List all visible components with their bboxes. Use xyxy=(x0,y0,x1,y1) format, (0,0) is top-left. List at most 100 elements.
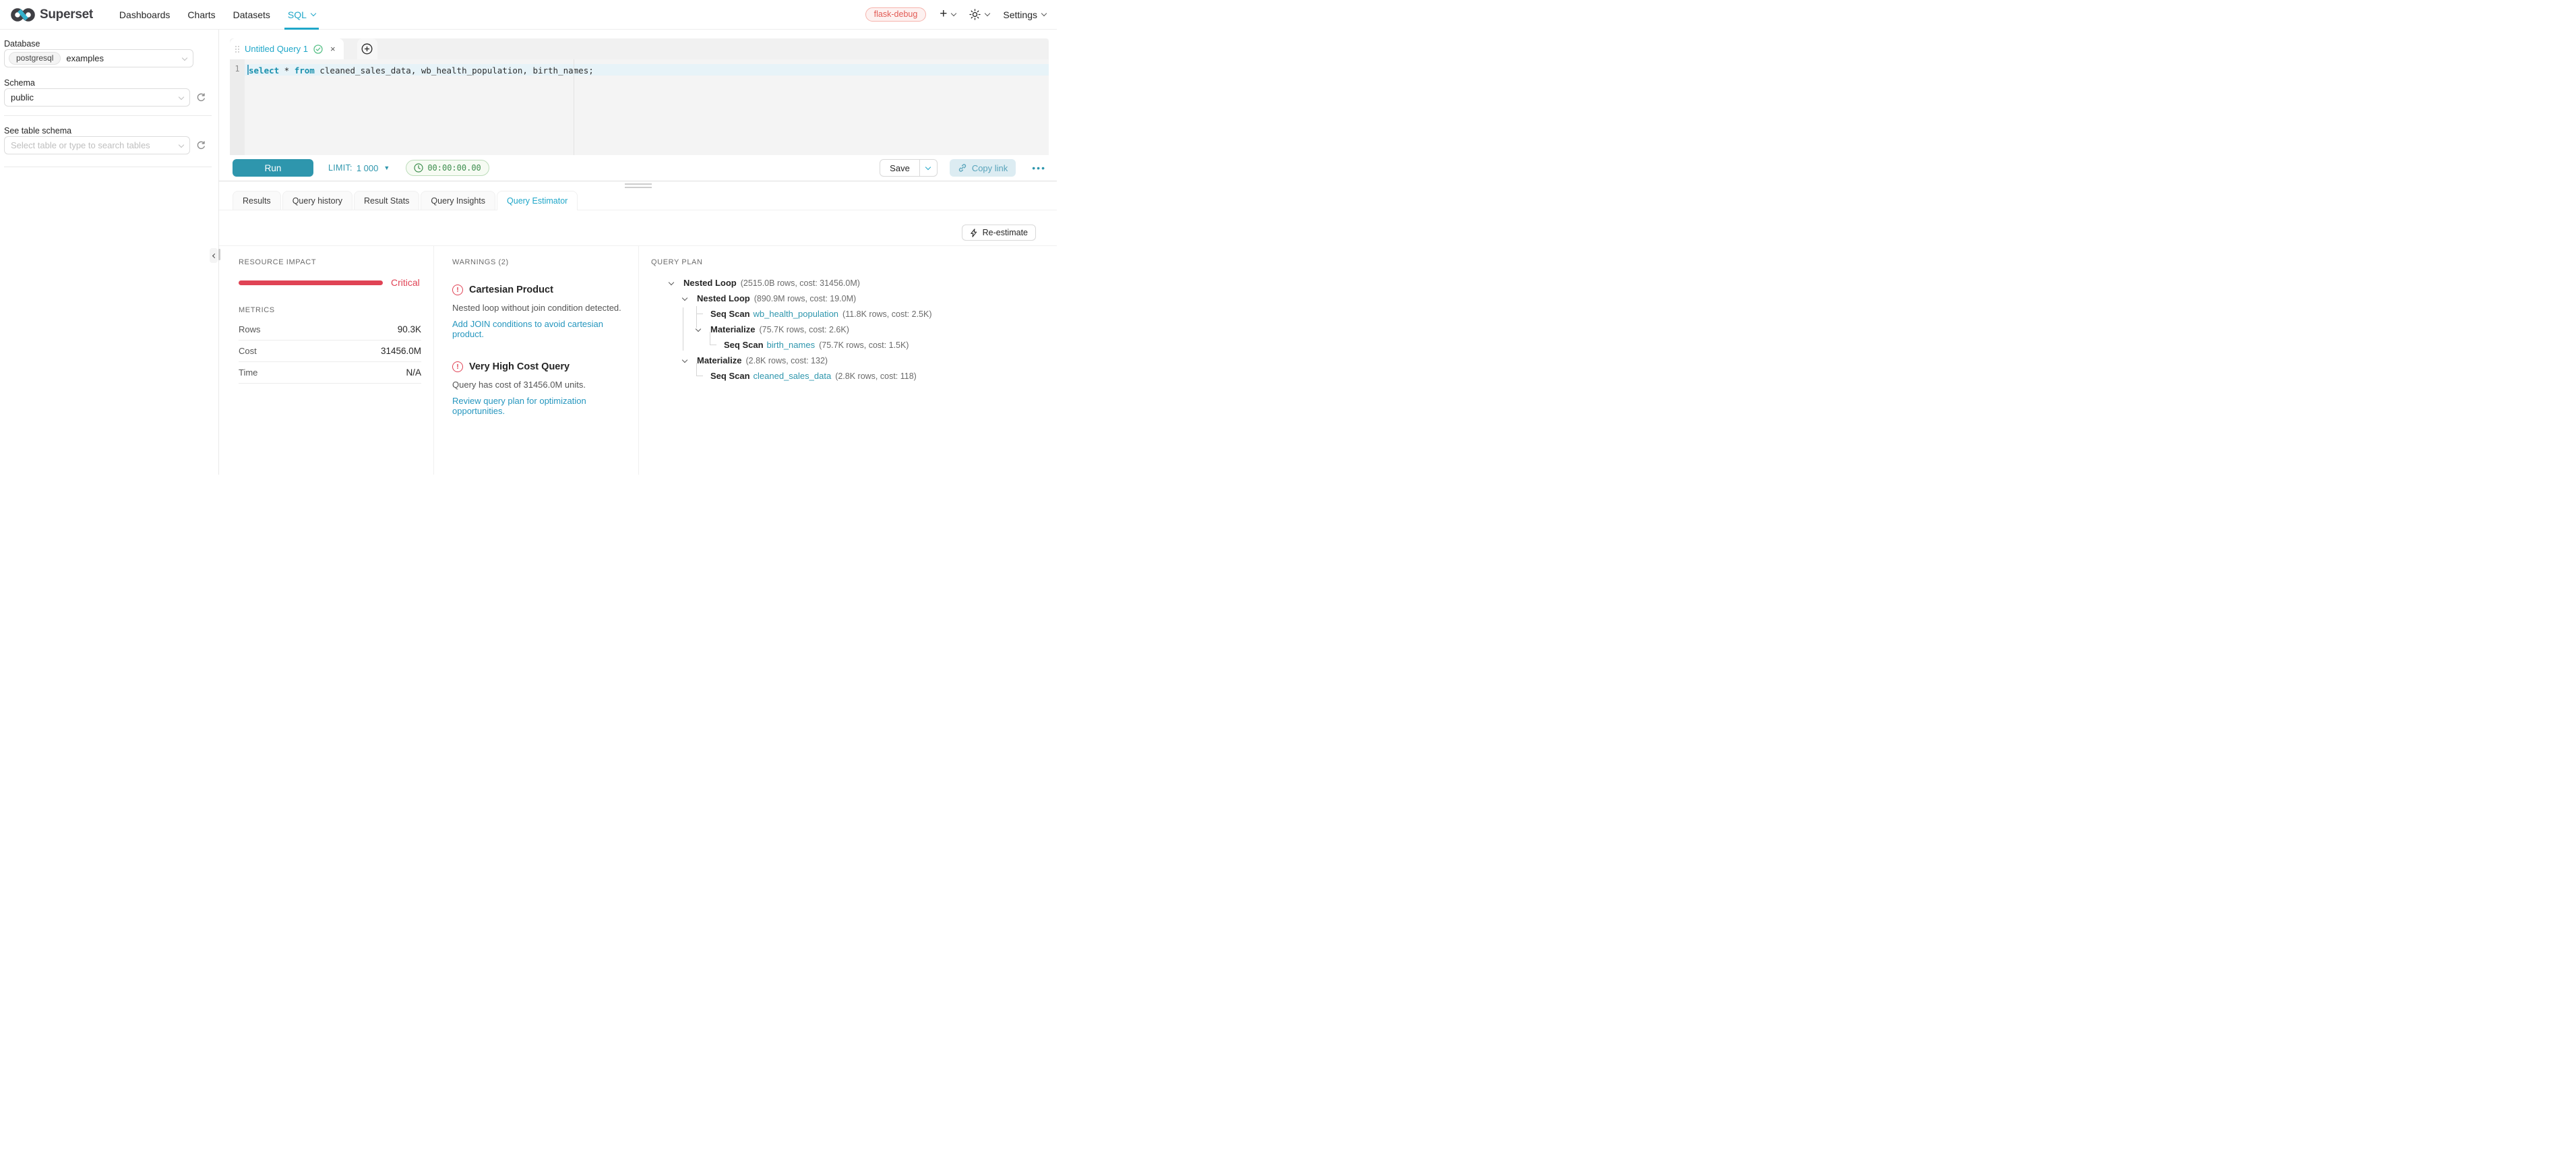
plus-icon: + xyxy=(940,7,947,20)
metric-row-rows: Rows 90.3K xyxy=(239,319,421,340)
reestimate-button[interactable]: Re-estimate xyxy=(962,225,1036,241)
refresh-schemas-icon[interactable] xyxy=(196,92,207,103)
plan-node-seq-scan-birth-names: Seq Scan birth_names (75.7K rows, cost: … xyxy=(651,337,1057,353)
metric-value: 90.3K xyxy=(398,324,421,334)
caret-down-icon: ▼ xyxy=(384,165,390,171)
warning-icon: ! xyxy=(452,361,463,372)
nav-item-datasets[interactable]: Datasets xyxy=(224,0,279,30)
table-select[interactable]: Select table or type to search tables xyxy=(4,136,190,154)
timer-value: 00:00:00.00 xyxy=(427,163,481,173)
tab-results[interactable]: Results xyxy=(233,191,281,210)
drag-handle-icon xyxy=(235,46,239,53)
resource-impact-heading: RESOURCE IMPACT xyxy=(239,258,421,266)
impact-bar-row: Critical xyxy=(239,277,421,288)
tree-guide-line xyxy=(696,363,697,368)
warning-title: Cartesian Product xyxy=(469,285,553,295)
chevron-down-icon[interactable] xyxy=(683,359,697,362)
collapse-sidebar-button[interactable] xyxy=(210,248,218,263)
sql-keyword: select xyxy=(249,65,279,76)
sql-text: cleaned_sales_data, wb_health_population… xyxy=(315,65,594,76)
database-value: examples xyxy=(66,53,104,63)
table-select-placeholder: Select table or type to search tables xyxy=(9,140,150,150)
sql-code-line: select * from cleaned_sales_data, wb_hea… xyxy=(249,65,594,76)
metric-value: 31456.0M xyxy=(381,346,421,356)
chevron-down-icon xyxy=(179,142,184,148)
superset-logo[interactable]: Superset xyxy=(11,7,93,22)
sql-text: * xyxy=(279,65,295,76)
pane-resize-handle[interactable] xyxy=(625,183,652,190)
query-tab-untitled-query-1[interactable]: Untitled Query 1 × xyxy=(230,38,344,59)
schema-select[interactable]: public xyxy=(4,88,190,107)
plan-node-name: Nested Loop xyxy=(683,278,737,288)
add-query-tab-button[interactable] xyxy=(357,38,377,59)
chevron-down-icon[interactable] xyxy=(696,328,710,331)
plan-node-materialize-1: Materialize (75.7K rows, cost: 2.6K) xyxy=(651,322,1057,337)
link-icon xyxy=(958,163,967,173)
save-options-button[interactable] xyxy=(919,160,937,176)
navbar: Superset Dashboards Charts Datasets SQL … xyxy=(0,0,1057,30)
warning-title: Very High Cost Query xyxy=(469,361,570,372)
nav-item-dashboards[interactable]: Dashboards xyxy=(111,0,179,30)
more-actions-button[interactable]: ••• xyxy=(1032,162,1046,173)
plan-table-link[interactable]: wb_health_population xyxy=(754,309,839,319)
query-saved-check-icon xyxy=(313,44,323,54)
database-select[interactable]: postgresql examples xyxy=(4,49,193,67)
metrics-heading: METRICS xyxy=(239,306,421,314)
tab-query-history[interactable]: Query history xyxy=(282,191,352,210)
plan-node-seq-scan-wb-health: Seq Scan wb_health_population (11.8K row… xyxy=(651,306,1057,322)
schema-label: Schema xyxy=(4,78,35,88)
line-number: 1 xyxy=(230,64,245,73)
sidebar-resize-handle[interactable] xyxy=(218,249,220,260)
query-plan-column: QUERY PLAN Nested Loop (2515.0B rows, co… xyxy=(638,246,1057,475)
save-split-button: Save xyxy=(880,159,938,177)
database-engine-tag: postgresql xyxy=(9,52,61,65)
limit-dropdown[interactable]: LIMIT: 1 000 ▼ xyxy=(328,163,390,173)
chevron-down-icon xyxy=(182,55,187,61)
settings-menu[interactable]: Settings xyxy=(1003,9,1046,20)
sql-lab-sidebar: Database postgresql examples Schema publ… xyxy=(0,30,219,475)
chevron-down-icon xyxy=(985,10,990,16)
chevron-down-icon xyxy=(925,165,931,170)
new-item-menu[interactable]: + xyxy=(940,9,956,20)
warning-description: Query has cost of 31456.0M units. xyxy=(452,380,623,390)
chevron-down-icon[interactable] xyxy=(669,282,683,285)
plan-node-stats: (2.8K rows, cost: 118) xyxy=(835,372,917,381)
resource-impact-column: RESOURCE IMPACT Critical METRICS Rows 90… xyxy=(219,246,433,475)
plan-node-materialize-2: Materialize (2.8K rows, cost: 132) xyxy=(651,353,1057,368)
tab-result-stats[interactable]: Result Stats xyxy=(354,191,419,210)
plan-table-link[interactable]: cleaned_sales_data xyxy=(754,371,832,381)
run-button[interactable]: Run xyxy=(233,159,313,177)
plan-node-name: Seq Scan xyxy=(710,371,750,381)
sql-code-editor[interactable]: 1 select * from cleaned_sales_data, wb_h… xyxy=(230,59,1049,155)
plan-node-name: Seq Scan xyxy=(710,309,750,319)
close-tab-icon[interactable]: × xyxy=(330,44,336,53)
tab-query-estimator[interactable]: Query Estimator xyxy=(497,191,578,210)
warning-suggestion-link[interactable]: Review query plan for optimization oppor… xyxy=(452,396,623,416)
warning-suggestion-link[interactable]: Add JOIN conditions to avoid cartesian p… xyxy=(452,319,623,339)
refresh-tables-icon[interactable] xyxy=(196,140,207,151)
plan-node-name: Materialize xyxy=(710,324,755,334)
theme-menu[interactable] xyxy=(969,9,989,20)
query-tab-bar: Untitled Query 1 × xyxy=(230,38,1049,59)
superset-infinity-icon xyxy=(11,7,35,22)
editor-toolbar: Run LIMIT: 1 000 ▼ 00:00:00.00 Save xyxy=(230,155,1049,181)
plan-table-link[interactable]: birth_names xyxy=(767,340,816,350)
nav-item-charts[interactable]: Charts xyxy=(179,0,224,30)
chevron-down-icon[interactable] xyxy=(683,297,697,300)
chevron-down-icon xyxy=(179,94,184,100)
sql-keyword: from xyxy=(295,65,315,76)
copy-link-button[interactable]: Copy link xyxy=(950,159,1016,177)
warning-description: Nested loop without join condition detec… xyxy=(452,303,623,313)
schema-value: public xyxy=(9,92,34,102)
sidebar-divider xyxy=(4,115,212,116)
navbar-right: flask-debug + Settings xyxy=(865,7,1046,22)
save-button[interactable]: Save xyxy=(880,160,919,176)
plan-node-stats: (890.9M rows, cost: 19.0M) xyxy=(754,294,856,303)
tab-query-insights[interactable]: Query Insights xyxy=(421,191,495,210)
warnings-column: WARNINGS (2) ! Cartesian Product Nested … xyxy=(433,246,638,475)
database-label: Database xyxy=(4,39,40,49)
sun-icon xyxy=(969,9,981,20)
environment-tag: flask-debug xyxy=(865,7,927,22)
chevron-down-icon xyxy=(311,10,316,16)
nav-item-sql[interactable]: SQL xyxy=(279,0,324,30)
